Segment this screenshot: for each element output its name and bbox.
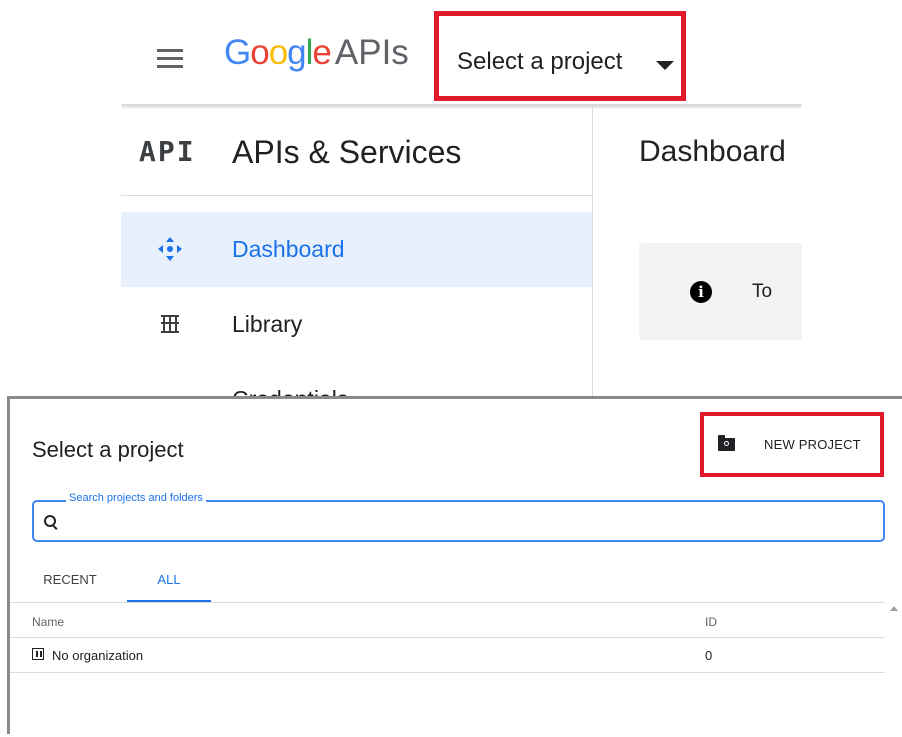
- organization-icon: [32, 648, 44, 660]
- info-banner: i To: [639, 243, 802, 340]
- new-project-label: NEW PROJECT: [764, 437, 861, 452]
- dialog-title: Select a project: [32, 437, 184, 462]
- info-icon: i: [690, 281, 712, 303]
- new-folder-icon: [718, 435, 735, 451]
- row-id: 0: [705, 648, 713, 663]
- sidebar-item-credentials[interactable]: Credentials: [121, 362, 592, 398]
- search-field[interactable]: Search projects and folders: [32, 492, 885, 542]
- sidebar-header: API APIs & Services: [121, 105, 592, 196]
- google-apis-logo[interactable]: Google APIs: [224, 33, 409, 73]
- divider: [592, 105, 593, 398]
- dashboard-icon: [158, 237, 182, 261]
- search-input[interactable]: [64, 510, 868, 534]
- console-screenshot: Google APIs Select a project API APIs & S…: [121, 0, 802, 398]
- scroll-up-icon[interactable]: [890, 606, 898, 611]
- sidebar-item-dashboard[interactable]: Dashboard: [121, 212, 592, 287]
- chevron-down-icon: [656, 61, 674, 70]
- select-project-dialog: Select a project NEW PROJECT Search proj…: [7, 396, 902, 734]
- scrollbar[interactable]: [887, 603, 902, 737]
- table-header: Name ID: [10, 603, 885, 638]
- page-title: Dashboard: [639, 135, 786, 168]
- sidebar-item-label: Dashboard: [232, 236, 345, 262]
- api-logo-icon: API: [139, 135, 196, 168]
- menu-icon[interactable]: [157, 49, 183, 71]
- search-icon: [44, 515, 56, 527]
- column-header-name[interactable]: Name: [32, 615, 64, 629]
- project-selector-label: Select a project: [457, 48, 623, 75]
- sidebar-item-library[interactable]: Library: [121, 287, 592, 362]
- row-name[interactable]: No organization: [52, 648, 143, 663]
- top-app-bar: Google APIs Select a project: [121, 0, 802, 105]
- search-label: Search projects and folders: [66, 492, 206, 504]
- new-project-button[interactable]: NEW PROJECT: [700, 412, 884, 477]
- tab-all[interactable]: ALL: [127, 566, 211, 602]
- sidebar-item-label: Library: [232, 311, 303, 337]
- sidebar-title: APIs & Services: [232, 134, 462, 170]
- info-text: To: [752, 281, 773, 302]
- library-icon: [161, 315, 179, 333]
- project-selector-button[interactable]: Select a project: [434, 11, 686, 101]
- table-row[interactable]: No organization 0: [10, 638, 885, 673]
- column-header-id[interactable]: ID: [705, 615, 717, 629]
